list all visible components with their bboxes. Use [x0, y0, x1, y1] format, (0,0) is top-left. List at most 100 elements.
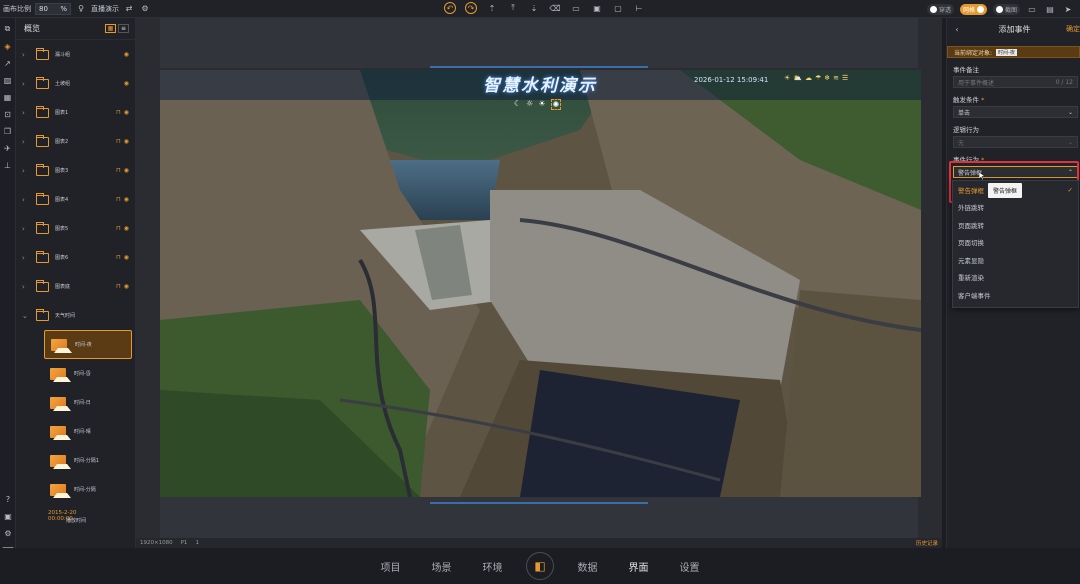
stamp-icon[interactable]: ⊥ — [3, 160, 13, 170]
components-icon[interactable]: ⧉ — [3, 24, 13, 34]
delete-icon[interactable]: ▭ — [570, 2, 582, 14]
layer-row[interactable]: › 图表4 ⊓ ◉ — [16, 185, 135, 214]
image-icon[interactable]: ▨ — [3, 75, 13, 85]
group-icon[interactable]: ▣ — [591, 2, 603, 14]
caret-down-icon[interactable]: ⌄ — [22, 312, 30, 320]
nav-project[interactable]: 项目 — [365, 559, 416, 574]
eye-icon[interactable]: ◉ — [124, 196, 129, 203]
confirm-button[interactable]: 确定 — [1066, 24, 1080, 34]
caret-right-icon[interactable]: › — [22, 138, 30, 146]
layer-row[interactable]: › 图表2 ⊓ ◉ — [16, 127, 135, 156]
plane-icon[interactable]: ✈ — [3, 143, 13, 153]
app-logo-icon[interactable]: ◧ — [526, 552, 554, 580]
history-link[interactable]: 历史记录 — [916, 539, 938, 547]
child-layer-row[interactable]: 时间-日 — [16, 388, 135, 417]
action-select[interactable]: 警告弹框 ⌃ — [953, 166, 1078, 178]
nav-scene[interactable]: 场景 — [416, 559, 467, 574]
layer-row[interactable]: › 图表底 ⊓ ◉ — [16, 272, 135, 301]
eye-icon[interactable]: ◉ — [124, 283, 129, 290]
caret-right-icon[interactable]: › — [22, 167, 30, 175]
child-layer-row[interactable]: 时间-分隔 — [16, 475, 135, 504]
help-icon[interactable]: ? — [3, 494, 13, 504]
save-icon[interactable]: ▤ — [1044, 3, 1056, 15]
lock-icon[interactable]: ⊓ — [116, 167, 121, 174]
download-icon[interactable]: ⇣ — [528, 2, 540, 14]
settings-icon[interactable]: ⚙ — [139, 3, 151, 15]
caret-right-icon[interactable]: › — [22, 80, 30, 88]
clear-icon[interactable]: ✺ — [550, 99, 562, 110]
ungroup-icon[interactable]: ▢ — [612, 2, 624, 14]
layers-icon[interactable]: ◈ — [3, 41, 13, 51]
cloud-sun-icon[interactable]: ⛅ — [793, 74, 802, 82]
clear-icon[interactable]: ⌫ — [549, 2, 561, 14]
nav-data[interactable]: 数据 — [562, 559, 613, 574]
wind-icon[interactable]: ≋ — [833, 74, 839, 82]
back-icon[interactable]: ‹ — [951, 23, 963, 35]
copy-icon[interactable]: ❐ — [3, 126, 13, 136]
caret-right-icon[interactable]: › — [22, 196, 30, 204]
eye-icon[interactable]: ◉ — [124, 167, 129, 174]
rain-icon[interactable]: ☂ — [815, 74, 821, 82]
lock-icon[interactable]: ⊓ — [116, 109, 121, 116]
nav-environment[interactable]: 环境 — [467, 559, 518, 574]
dusk-icon[interactable]: ☼ — [526, 99, 533, 110]
scene-viewport[interactable]: 智慧 水利 演示 2026-01-12 15:09:41 ☀ ⛅ ☁ ☂ ❄ ≋… — [160, 70, 921, 497]
dropdown-option[interactable]: 客户端事件 — [953, 286, 1078, 304]
align-icon[interactable]: ⊢ — [633, 2, 645, 14]
dropdown-option[interactable]: 页面跳转 — [953, 216, 1078, 234]
swap-icon[interactable]: ⇄ — [123, 3, 135, 15]
cloud-icon[interactable]: ☁ — [805, 74, 812, 82]
note-input[interactable]: 用于事件概述 0 / 12 — [953, 76, 1078, 88]
toggle-penetrate[interactable]: 穿透 — [926, 3, 954, 15]
eye-icon[interactable]: ◉ — [124, 80, 129, 87]
eye-icon[interactable]: ◉ — [124, 138, 129, 145]
preview-icon[interactable]: ♀ — [75, 3, 87, 15]
lock-icon[interactable]: ⊓ — [116, 138, 121, 145]
layer-row[interactable]: › 土坡组 ◉ — [16, 69, 135, 98]
gear-icon[interactable]: ⚙ — [3, 528, 13, 538]
day-icon[interactable]: ☀ — [538, 99, 545, 110]
eye-icon[interactable]: ◉ — [124, 109, 129, 116]
dropdown-option[interactable]: 元素显隐 — [953, 251, 1078, 269]
monitor-icon[interactable]: ▭ — [1026, 3, 1038, 15]
chart-icon[interactable]: ↗ — [3, 58, 13, 68]
preview-label[interactable]: 直播演示 — [91, 4, 119, 14]
table-icon[interactable]: ▦ — [3, 92, 13, 102]
toggle-grid[interactable]: 网格 — [959, 3, 987, 15]
layer-row[interactable]: › 图表5 ⊓ ◉ — [16, 214, 135, 243]
child-layer-row[interactable]: 时间-夜 — [44, 330, 132, 359]
send-icon[interactable]: ➤ — [1062, 3, 1074, 15]
export-icon[interactable]: ⤒ — [507, 2, 519, 14]
layer-row[interactable]: › 图表3 ⊓ ◉ — [16, 156, 135, 185]
dropdown-option[interactable]: 更新全局参数 — [953, 304, 1078, 308]
lock-icon[interactable]: ⊓ — [116, 254, 121, 261]
nav-interface[interactable]: 界面 — [613, 559, 664, 574]
trigger-select[interactable]: 单击 ⌄ — [953, 106, 1078, 118]
lock-icon[interactable]: ⊓ — [116, 196, 121, 203]
sun-icon[interactable]: ☀ — [784, 74, 790, 82]
list-view-icon[interactable]: ≡ — [118, 24, 129, 33]
eye-icon[interactable]: ◉ — [124, 225, 129, 232]
snow-icon[interactable]: ❄ — [824, 74, 830, 82]
child-layer-row[interactable]: 时间-昏 — [16, 359, 135, 388]
model-icon[interactable]: ⊡ — [3, 109, 13, 119]
undo-icon[interactable]: ↶ — [444, 2, 456, 14]
grid-view-icon[interactable]: ▦ — [105, 24, 116, 33]
toggle-screenshot[interactable]: 截图 — [992, 3, 1020, 15]
caret-right-icon[interactable]: › — [22, 51, 30, 59]
lock-icon[interactable]: ⊓ — [116, 225, 121, 232]
caret-right-icon[interactable]: › — [22, 283, 30, 291]
caret-right-icon[interactable]: › — [22, 254, 30, 262]
layer-row[interactable]: › 图表1 ⊓ ◉ — [16, 98, 135, 127]
lock-icon[interactable]: ⊓ — [116, 283, 121, 290]
redo-icon[interactable]: ↷ — [465, 2, 477, 14]
caret-right-icon[interactable]: › — [22, 225, 30, 233]
child-layer-row[interactable]: 时间-晴 — [16, 417, 135, 446]
night-icon[interactable]: ☾ — [514, 99, 521, 110]
upload-icon[interactable]: ⇡ — [486, 2, 498, 14]
layer-row[interactable]: › 图表6 ⊓ ◉ — [16, 243, 135, 272]
caret-right-icon[interactable]: › — [22, 109, 30, 117]
dropdown-option[interactable]: 页面切换 — [953, 234, 1078, 252]
nav-settings[interactable]: 设置 — [664, 559, 715, 574]
dropdown-option[interactable]: 重新渲染 — [953, 269, 1078, 287]
